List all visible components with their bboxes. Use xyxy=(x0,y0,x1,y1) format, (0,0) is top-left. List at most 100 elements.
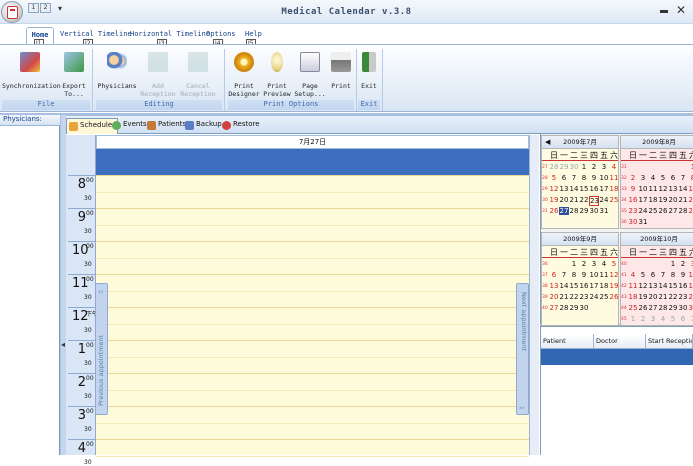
exit-button[interactable]: Exit xyxy=(358,49,380,99)
calendar-day[interactable]: 5 xyxy=(609,260,618,268)
calendar-day[interactable]: 24 xyxy=(599,196,609,204)
tab-vertical-timeline[interactable]: Vertical Timeline xyxy=(60,27,132,45)
print-button[interactable]: Print xyxy=(328,49,354,99)
calendar-day[interactable]: 15 xyxy=(668,282,678,290)
calendar-day[interactable]: 23 xyxy=(589,196,599,206)
calendar-day[interactable]: 23 xyxy=(579,293,589,301)
calendar-day[interactable]: 25 xyxy=(648,207,658,215)
calendar-day[interactable]: 21 xyxy=(559,293,569,301)
calendar-day[interactable]: 27 xyxy=(648,304,658,312)
calendar-day[interactable]: 8 xyxy=(569,271,579,279)
calendar-day[interactable]: 29 xyxy=(559,163,569,171)
calendar-day[interactable]: 12 xyxy=(638,282,648,290)
calendar-day[interactable]: 8 xyxy=(579,174,589,182)
previous-appointment-button[interactable]: ‹‹ Previous appointment xyxy=(95,283,108,415)
calendar-day[interactable]: 7 xyxy=(658,271,668,279)
calendar-day[interactable]: 22 xyxy=(688,196,693,204)
calendar-day[interactable]: 7 xyxy=(688,315,693,323)
calendar-day[interactable]: 4 xyxy=(609,163,618,171)
table-row[interactable] xyxy=(541,349,693,365)
calendar-day[interactable]: 30 xyxy=(589,207,599,215)
calendar-day[interactable]: 6 xyxy=(549,271,559,279)
scheduler-scrollbar[interactable] xyxy=(529,135,539,455)
calendar-day[interactable]: 24 xyxy=(688,293,693,301)
calendar-day[interactable]: 27 xyxy=(668,207,678,215)
calendar-day[interactable]: 15 xyxy=(579,185,589,193)
add-reception-button[interactable]: Add Reception xyxy=(140,49,176,99)
calendar-day[interactable]: 5 xyxy=(658,174,668,182)
calendar-day[interactable]: 13 xyxy=(648,282,658,290)
calendar-day[interactable]: 14 xyxy=(658,282,668,290)
calendar-day[interactable]: 10 xyxy=(599,174,609,182)
calendar-day[interactable]: 13 xyxy=(668,185,678,193)
calendar-day[interactable]: 29 xyxy=(579,207,589,215)
day-header[interactable]: 7月27日 xyxy=(96,135,529,149)
calendar-day[interactable]: 2 xyxy=(579,260,589,268)
cancel-reception-button[interactable]: Cancel Reception xyxy=(178,49,218,99)
calendar-day[interactable]: 29 xyxy=(688,207,693,215)
calendar-day[interactable]: 3 xyxy=(688,260,693,268)
calendar-day[interactable]: 4 xyxy=(648,174,658,182)
calendar-day[interactable]: 22 xyxy=(579,196,589,204)
calendar-day[interactable]: 17 xyxy=(688,282,693,290)
page-setup-button[interactable]: Page Setup... xyxy=(294,49,326,99)
next-appointment-button[interactable]: ›› Next appointment xyxy=(516,283,529,415)
calendar-day[interactable]: 30 xyxy=(569,163,579,171)
calendar-day[interactable]: 4 xyxy=(599,260,609,268)
export-to-button[interactable]: Export To... xyxy=(58,49,90,99)
calendar-day[interactable]: 11 xyxy=(609,174,618,182)
calendar-day[interactable]: 28 xyxy=(658,304,668,312)
calendar-day[interactable]: 6 xyxy=(668,174,678,182)
synchronization-button[interactable]: Synchronization xyxy=(2,49,61,99)
calendar-day[interactable]: 28 xyxy=(569,207,579,215)
calendar-day[interactable]: 14 xyxy=(678,185,688,193)
calendar-day[interactable]: 27 xyxy=(549,304,559,312)
app-menu-button[interactable] xyxy=(1,1,23,23)
tab-events[interactable]: Events xyxy=(110,118,149,134)
tab-backup[interactable]: Backup xyxy=(183,118,224,134)
calendar-day[interactable]: 6 xyxy=(678,315,688,323)
calendar-day[interactable]: 10 xyxy=(589,271,599,279)
calendar-day[interactable]: 1 xyxy=(688,163,693,171)
calendar-day[interactable]: 31 xyxy=(599,207,609,215)
calendar-day[interactable]: 10 xyxy=(638,185,648,193)
calendar-day[interactable]: 19 xyxy=(609,282,618,290)
calendar-day[interactable]: 17 xyxy=(599,185,609,193)
calendar-day[interactable]: 13 xyxy=(549,282,559,290)
calendar-day[interactable]: 5 xyxy=(549,174,559,182)
calendar-day[interactable]: 11 xyxy=(648,185,658,193)
calendar-day[interactable]: 19 xyxy=(549,196,559,204)
calendar-day[interactable]: 25 xyxy=(628,304,638,312)
calendar-day[interactable]: 23 xyxy=(628,207,638,215)
calendar-day[interactable]: 30 xyxy=(628,218,638,226)
collapse-arrow-icon[interactable]: ◂ xyxy=(61,340,65,349)
calendar-day[interactable]: 2 xyxy=(678,260,688,268)
column-header-start-reception[interactable]: Start Reception xyxy=(646,334,693,349)
calendar-day[interactable]: 6 xyxy=(648,271,658,279)
calendar-day[interactable]: 19 xyxy=(658,196,668,204)
calendar-day[interactable]: 24 xyxy=(638,207,648,215)
calendar-day[interactable]: 20 xyxy=(549,293,559,301)
calendar-day[interactable]: 7 xyxy=(569,174,579,182)
calendar-day[interactable]: 28 xyxy=(678,207,688,215)
calendar-day[interactable]: 18 xyxy=(648,196,658,204)
calendar-day[interactable]: 16 xyxy=(678,282,688,290)
calendar-day[interactable]: 2 xyxy=(628,174,638,182)
calendar-day[interactable]: 9 xyxy=(678,271,688,279)
calendar-day[interactable]: 3 xyxy=(638,174,648,182)
calendar-day[interactable]: 14 xyxy=(569,185,579,193)
calendar-day[interactable]: 24 xyxy=(589,293,599,301)
calendar-day[interactable]: 16 xyxy=(589,185,599,193)
calendar-day[interactable]: 16 xyxy=(579,282,589,290)
calendar-day[interactable]: 14 xyxy=(559,282,569,290)
calendar-day[interactable]: 26 xyxy=(609,293,618,301)
calendar-day[interactable]: 1 xyxy=(668,260,678,268)
calendar-day[interactable]: 16 xyxy=(628,196,638,204)
tab-restore[interactable]: Restore xyxy=(220,118,262,134)
calendar-day[interactable]: 26 xyxy=(658,207,668,215)
calendar-day[interactable]: 17 xyxy=(638,196,648,204)
calendar-day[interactable]: 11 xyxy=(599,271,609,279)
calendar-day[interactable]: 22 xyxy=(668,293,678,301)
calendar-day[interactable]: 23 xyxy=(678,293,688,301)
calendar-day[interactable]: 25 xyxy=(609,196,618,204)
